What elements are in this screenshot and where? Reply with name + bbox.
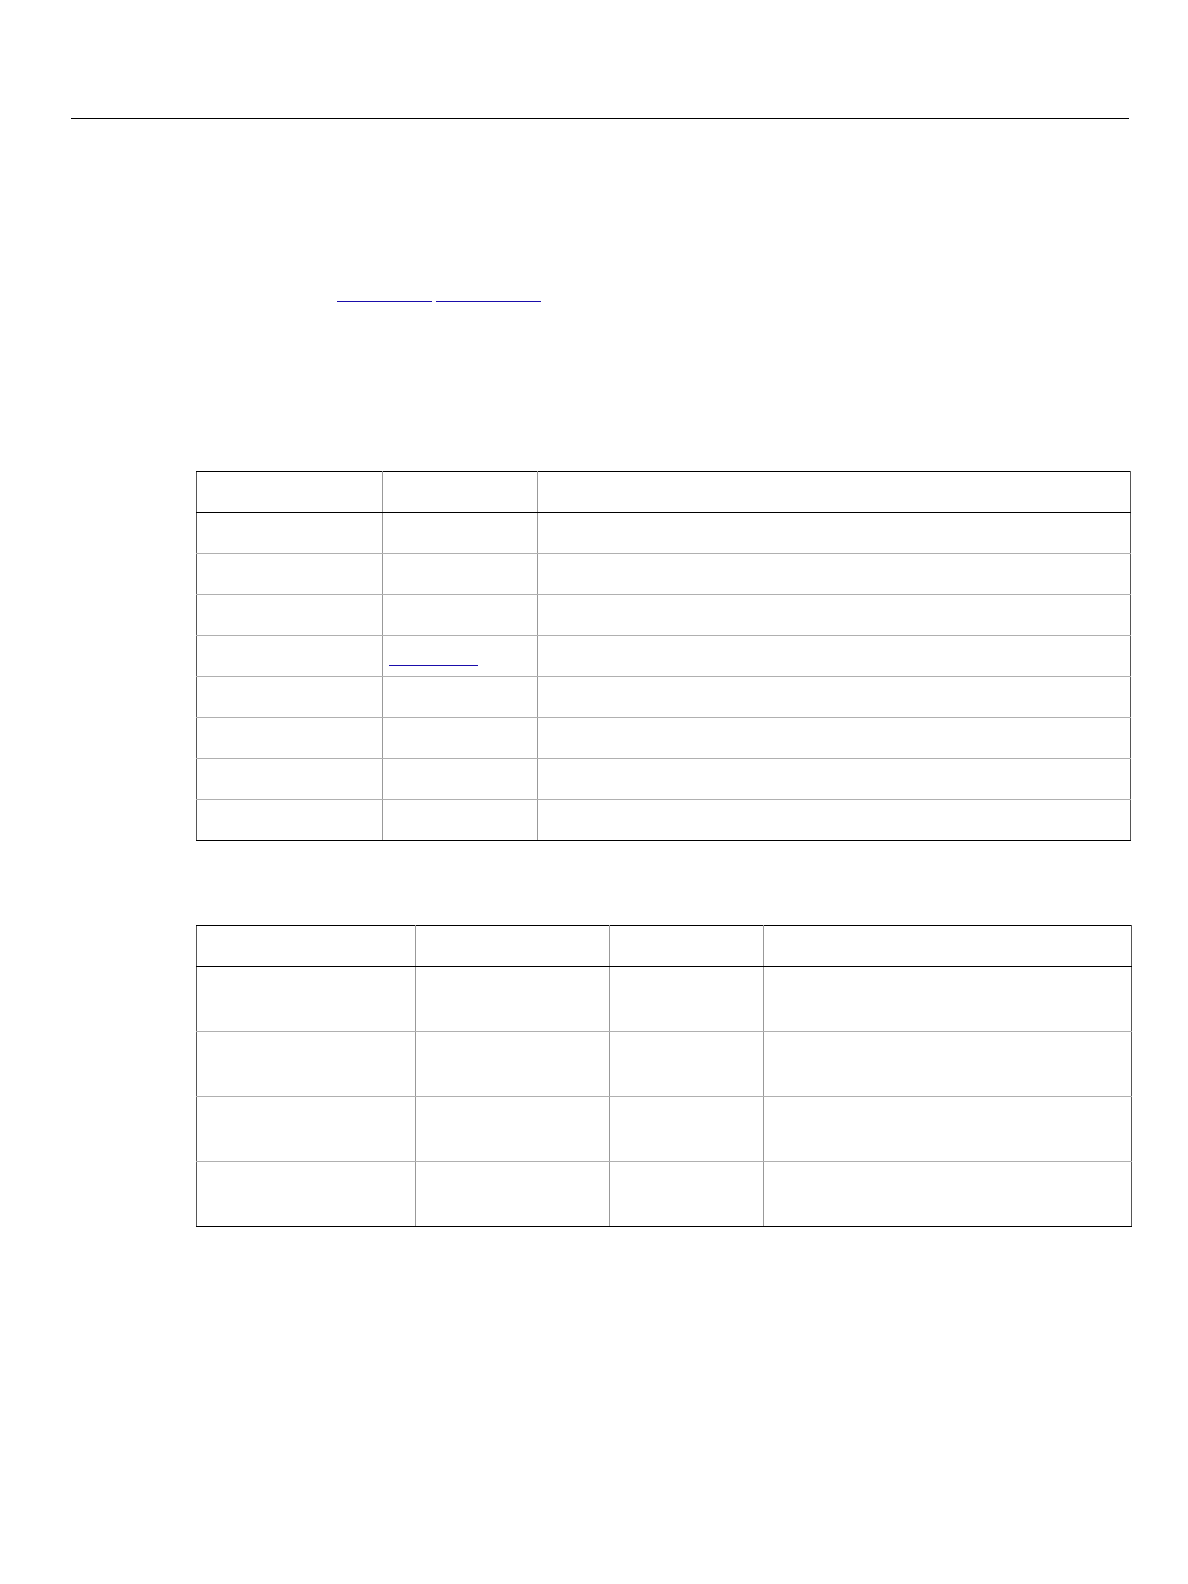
table-1-cell — [537, 512, 1131, 554]
table-1-cell — [537, 635, 1131, 677]
table-1-cell — [382, 717, 538, 759]
table-2 — [196, 925, 1132, 1227]
table-1-row — [196, 635, 1131, 677]
table-2-header-cell — [415, 925, 610, 967]
document-link-1[interactable] — [337, 301, 432, 302]
table-1-cell — [382, 512, 538, 554]
table-2-row — [196, 966, 1132, 1032]
table-1-cell — [382, 758, 538, 800]
table-2-header-cell — [763, 925, 1132, 967]
table-1-link-cell — [382, 635, 538, 677]
table-1-cell — [196, 553, 383, 595]
table-1-cell — [537, 553, 1131, 595]
table-2-cell — [763, 1161, 1132, 1227]
table-1-row — [196, 799, 1131, 841]
table-2-cell — [609, 1096, 764, 1162]
table-1-row — [196, 717, 1131, 759]
table-1-cell — [196, 717, 383, 759]
table-1-cell — [196, 635, 383, 677]
table-1-cell — [537, 717, 1131, 759]
table-1-cell — [537, 799, 1131, 841]
table-1-cell — [382, 676, 538, 718]
table-2-row — [196, 1031, 1132, 1097]
table-1-row — [196, 594, 1131, 636]
table-1-cell — [196, 758, 383, 800]
header-rule — [71, 118, 1129, 119]
table-1-cell-link[interactable] — [389, 665, 478, 666]
table-1-row — [196, 676, 1131, 718]
table-2-cell — [196, 966, 416, 1032]
table-1 — [196, 471, 1131, 841]
table-1-cell — [382, 594, 538, 636]
table-2-cell — [415, 1161, 610, 1227]
table-1-cell — [382, 799, 538, 841]
table-1-row — [196, 512, 1131, 554]
table-1-cell — [196, 594, 383, 636]
table-1-cell — [382, 553, 538, 595]
table-1-header-row — [196, 471, 1131, 513]
table-2-cell — [415, 1031, 610, 1097]
table-1-cell — [196, 512, 383, 554]
table-2-header-row — [196, 925, 1132, 967]
table-2-cell — [196, 1161, 416, 1227]
table-1-cell — [196, 799, 383, 841]
table-1-row — [196, 758, 1131, 800]
table-1-header-cell — [196, 471, 383, 513]
table-2-cell — [763, 1096, 1132, 1162]
table-2-cell — [415, 1096, 610, 1162]
table-2-row — [196, 1096, 1132, 1162]
table-1-cell — [537, 758, 1131, 800]
table-2-cell — [609, 1161, 764, 1227]
table-1-header-cell — [382, 471, 538, 513]
table-2-cell — [196, 1096, 416, 1162]
table-1-cell — [537, 594, 1131, 636]
table-2-cell — [609, 1031, 764, 1097]
table-1-cell — [196, 676, 383, 718]
table-2-header-cell — [609, 925, 764, 967]
table-1-row — [196, 553, 1131, 595]
table-2-header-cell — [196, 925, 416, 967]
table-2-cell — [415, 966, 610, 1032]
document-link-2[interactable] — [436, 301, 541, 302]
table-2-row — [196, 1161, 1132, 1227]
table-1-header-cell — [537, 471, 1131, 513]
table-2-cell — [609, 966, 764, 1032]
table-2-cell — [196, 1031, 416, 1097]
table-2-cell — [763, 966, 1132, 1032]
table-2-cell — [763, 1031, 1132, 1097]
table-1-cell — [537, 676, 1131, 718]
